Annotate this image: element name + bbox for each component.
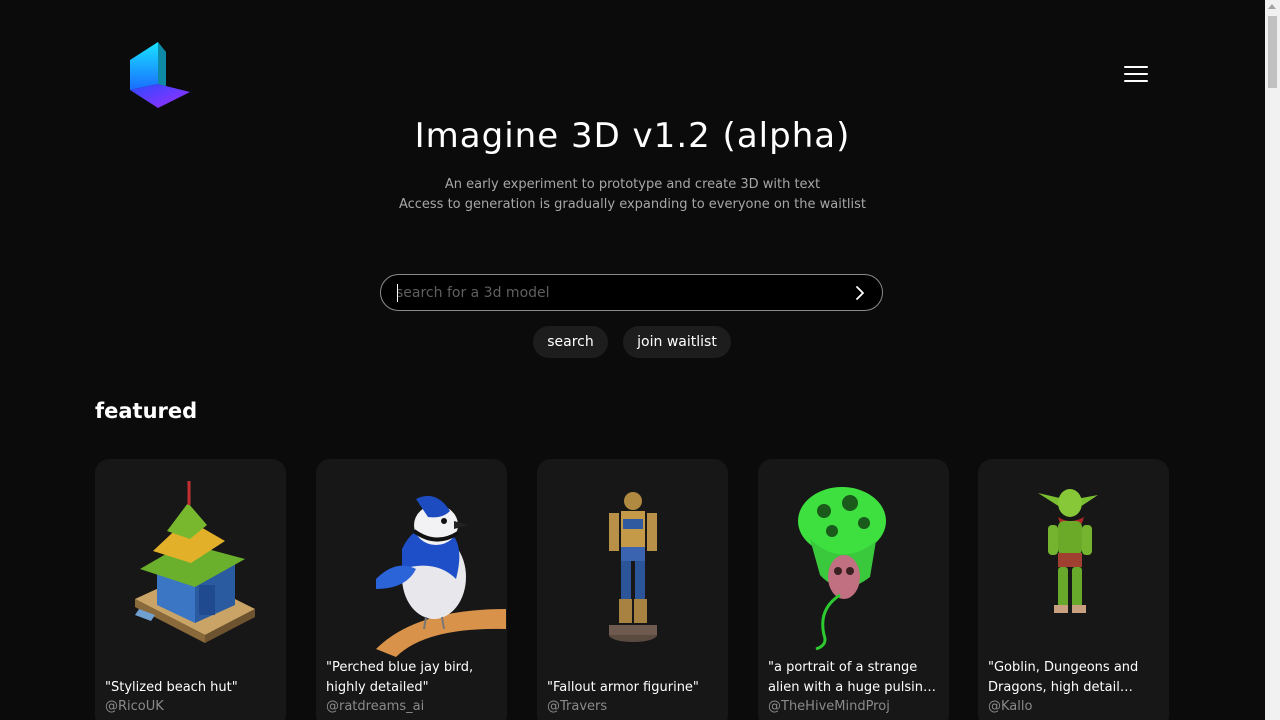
featured-heading: featured: [95, 399, 198, 423]
card-caption: "a portrait of a strange alien with a hu…: [768, 660, 932, 695]
scrollbar-thumb[interactable]: [1268, 16, 1277, 88]
scroll-up-arrow-icon[interactable]: [1268, 4, 1276, 9]
card-author: @ratdreams_ai: [326, 699, 425, 714]
card-author: @Travers: [547, 699, 608, 714]
page: Imagine 3D v1.2 (alpha) An early experim…: [0, 0, 1265, 720]
goblin-thumbnail: [1038, 489, 1098, 613]
card-author: @Kallo: [988, 699, 1033, 714]
armor-figurine-thumbnail: [609, 492, 657, 642]
featured-card[interactable]: "a portrait of a strange alien with a hu…: [758, 459, 949, 720]
search-button[interactable]: search: [533, 326, 608, 358]
card-caption: "Perched blue jay bird, highly detailed": [326, 660, 474, 695]
blue-jay-thumbnail: [376, 495, 506, 657]
featured-card[interactable]: "Fallout armor figurine" @Travers: [537, 459, 728, 720]
luma-logo-icon[interactable]: [130, 42, 190, 108]
featured-card[interactable]: "Perched blue jay bird, highly detailed"…: [316, 459, 507, 720]
page-title: Imagine 3D v1.2 (alpha): [414, 116, 851, 156]
join-waitlist-button[interactable]: join waitlist: [623, 326, 731, 358]
hamburger-menu-icon[interactable]: [1124, 66, 1148, 86]
search-input[interactable]: [396, 275, 836, 310]
featured-card[interactable]: "Goblin, Dungeons and Dragons, high deta…: [978, 459, 1169, 720]
card-author: @RicoUK: [105, 699, 164, 714]
featured-card[interactable]: "Stylized beach hut" @RicoUK: [95, 459, 286, 720]
card-author: @TheHiveMindProj: [768, 699, 890, 714]
chevron-right-icon[interactable]: [852, 284, 868, 302]
search-bar: [380, 274, 883, 311]
text-caret: [397, 284, 398, 302]
subtitle-line-2: Access to generation is gradually expand…: [398, 197, 867, 212]
card-caption: "Stylized beach hut": [105, 680, 238, 695]
beach-hut-thumbnail: [135, 481, 255, 643]
subtitle-line-1: An early experiment to prototype and cre…: [444, 177, 821, 192]
page-scrollbar[interactable]: [1265, 0, 1280, 720]
card-caption: "Fallout armor figurine": [547, 680, 699, 695]
alien-jellyfish-thumbnail: [798, 487, 886, 651]
card-caption: "Goblin, Dungeons and Dragons, high deta…: [988, 660, 1139, 695]
page-subtitle: An early experiment to prototype and cre…: [0, 175, 1265, 215]
